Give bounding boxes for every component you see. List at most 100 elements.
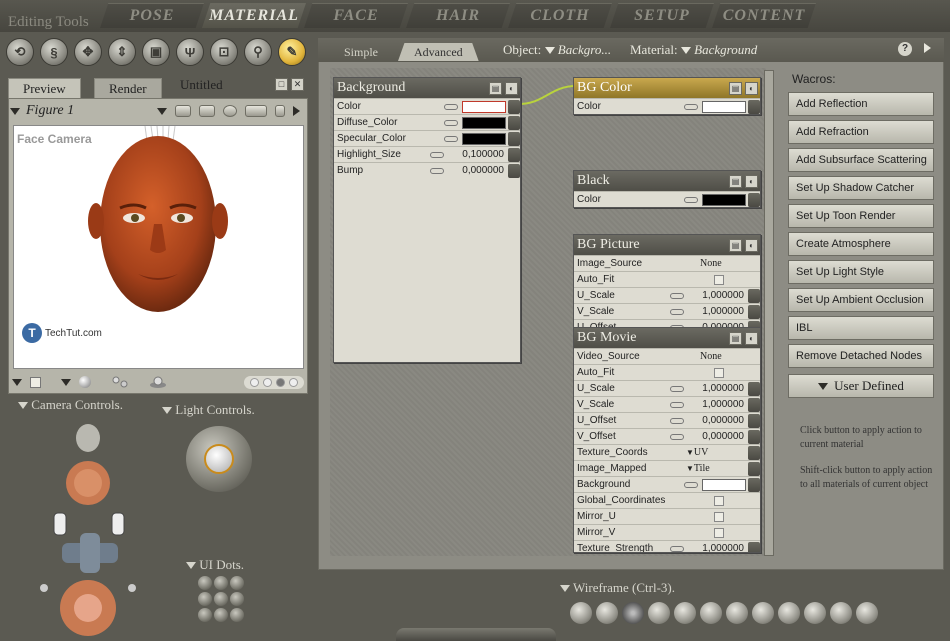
display-style-11-icon[interactable] — [830, 602, 852, 624]
tab-simple[interactable]: Simple — [328, 43, 394, 61]
display-style-3-icon[interactable] — [622, 602, 644, 624]
input-plug-icon[interactable] — [508, 99, 520, 114]
ui-dot-5[interactable] — [214, 592, 228, 606]
node-options-icon[interactable]: ▤ — [729, 238, 742, 252]
tab-preview[interactable]: Preview — [8, 78, 81, 98]
input-plug-icon[interactable] — [748, 397, 760, 412]
param-checkbox[interactable] — [714, 274, 724, 285]
param-bump[interactable]: Bump 0,000000 — [334, 162, 520, 178]
input-plug-icon[interactable] — [748, 429, 760, 444]
param-v-offset[interactable]: V_Offset 0,000000 — [574, 428, 760, 444]
ui-dot-9[interactable] — [230, 608, 244, 622]
input-plug-icon[interactable] — [748, 461, 760, 476]
color-picker-icon[interactable]: ✎ — [278, 38, 306, 66]
more-arrow-icon[interactable] — [293, 106, 300, 116]
param-checkbox[interactable] — [714, 511, 724, 522]
translate-in-out-icon[interactable]: ⇕ — [108, 38, 136, 66]
display-style-4-icon[interactable] — [648, 602, 670, 624]
animate-key-icon[interactable] — [444, 119, 458, 126]
param-value[interactable]: 1,000000 — [688, 306, 746, 317]
param-value[interactable]: 1,000000 — [688, 399, 746, 410]
animate-key-icon[interactable] — [670, 417, 684, 424]
param-global-coordinates[interactable]: Global_Coordinates — [574, 492, 760, 508]
wacro-add-subsurface-scattering-button[interactable]: Add Subsurface Scattering — [788, 148, 934, 172]
param-u-scale[interactable]: U_Scale 1,000000 — [574, 287, 760, 303]
help-icon[interactable]: ? — [898, 42, 912, 56]
rotate-icon[interactable]: ⟲ — [6, 38, 34, 66]
ui-dot-6[interactable] — [230, 592, 244, 606]
param-value[interactable]: 0,000000 — [688, 431, 746, 442]
tab-setup[interactable]: SETUP — [610, 3, 714, 28]
tab-content[interactable]: CONTENT — [712, 3, 816, 28]
display-style-2-icon[interactable] — [596, 602, 618, 624]
translate-icon[interactable]: ✥ — [74, 38, 102, 66]
node-options-icon[interactable]: ▤ — [729, 331, 742, 345]
node-preview-icon[interactable]: ◐ — [745, 81, 758, 95]
param-auto-fit[interactable]: Auto_Fit — [574, 271, 760, 287]
shading-arrow-icon[interactable] — [61, 378, 71, 386]
color-swatch[interactable] — [462, 132, 506, 145]
camera-controls-widget[interactable] — [40, 418, 152, 638]
input-plug-icon[interactable] — [748, 541, 760, 552]
light-controls-dial[interactable] — [186, 426, 252, 492]
display-style-6-icon[interactable] — [700, 602, 722, 624]
input-plug-icon[interactable] — [748, 413, 760, 428]
close-icon[interactable]: ✕ — [291, 78, 304, 91]
display-style-arrow-icon[interactable] — [12, 378, 22, 386]
node-options-icon[interactable]: ▤ — [489, 81, 502, 95]
dot-3[interactable] — [276, 377, 285, 387]
taper-icon[interactable]: Ψ — [176, 38, 204, 66]
wacro-set-up-ambient-occlusion-button[interactable]: Set Up Ambient Occlusion — [788, 288, 934, 312]
animate-key-icon[interactable] — [684, 481, 698, 488]
param-mirror-v[interactable]: Mirror_V — [574, 524, 760, 540]
param-u-scale[interactable]: U_Scale 1,000000 — [574, 380, 760, 396]
input-plug-icon[interactable] — [508, 163, 520, 178]
param-value[interactable]: 0,000000 — [448, 165, 506, 176]
input-plug-icon[interactable] — [748, 99, 760, 114]
animate-key-icon[interactable] — [670, 545, 684, 552]
ui-dot-8[interactable] — [214, 608, 228, 622]
param-image-source[interactable]: Image_Source None — [574, 255, 760, 271]
tab-hair[interactable]: HAIR — [406, 3, 510, 28]
param-v-scale[interactable]: V_Scale 1,000000 — [574, 303, 760, 319]
light-sphere-icon[interactable] — [204, 444, 234, 474]
scale-icon[interactable]: ▣ — [142, 38, 170, 66]
param-specular-color[interactable]: Specular_Color — [334, 130, 520, 146]
param-video-source[interactable]: Video_Source None — [574, 348, 760, 364]
param-highlight-size[interactable]: Highlight_Size 0,100000 — [334, 146, 520, 162]
param-menu[interactable]: ▼UV — [686, 447, 746, 458]
node-options-icon[interactable]: ▤ — [729, 81, 742, 95]
ui-dot-7[interactable] — [198, 608, 212, 622]
move-camera-icon[interactable] — [245, 105, 267, 117]
param-menu[interactable]: ▼Tile — [686, 463, 746, 474]
color-swatch[interactable] — [702, 193, 746, 206]
node-preview-icon[interactable]: ◐ — [505, 81, 518, 95]
input-plug-icon[interactable] — [508, 147, 520, 162]
param-auto-fit[interactable]: Auto_Fit — [574, 364, 760, 380]
tab-pose[interactable]: POSE — [100, 3, 204, 28]
wacro-create-atmosphere-button[interactable]: Create Atmosphere — [788, 232, 934, 256]
input-plug-icon[interactable] — [748, 192, 760, 207]
shading-ball-icon[interactable] — [79, 376, 91, 388]
ui-dot-3[interactable] — [230, 576, 244, 590]
param-texture-coords[interactable]: Texture_Coords ▼UV — [574, 444, 760, 460]
dot-1[interactable] — [250, 377, 259, 387]
param-checkbox[interactable] — [714, 527, 724, 538]
ui-dot-2[interactable] — [214, 576, 228, 590]
animate-key-icon[interactable] — [430, 151, 444, 158]
param-texture-strength[interactable]: Texture_Strength 1,000000 — [574, 540, 760, 552]
camera-controls-label[interactable]: Camera Controls. — [18, 397, 123, 413]
display-style-1-icon[interactable] — [570, 602, 592, 624]
param-v-scale[interactable]: V_Scale 1,000000 — [574, 396, 760, 412]
display-style-9-icon[interactable] — [778, 602, 800, 624]
animate-key-icon[interactable] — [670, 401, 684, 408]
param-color[interactable]: Color — [334, 98, 520, 114]
object-selector[interactable]: Object: Backgro... — [503, 42, 611, 58]
display-style-12-icon[interactable] — [856, 602, 878, 624]
node-preview-icon[interactable]: ◐ — [745, 174, 758, 188]
input-plug-icon[interactable] — [748, 288, 760, 303]
input-plug-icon[interactable] — [748, 477, 760, 492]
light-controls-label[interactable]: Light Controls. — [162, 402, 255, 418]
node-bg-color[interactable]: BG Color ▤ ◐ Color — [573, 77, 761, 115]
param-value[interactable]: 0,100000 — [448, 149, 506, 160]
